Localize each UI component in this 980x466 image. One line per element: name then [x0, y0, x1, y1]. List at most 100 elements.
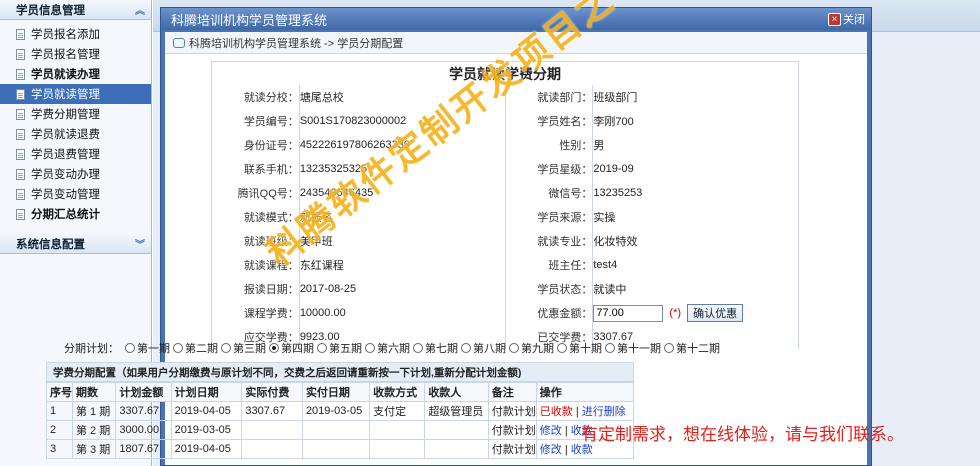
sidebar-footer-label: 系统信息配置	[16, 238, 85, 251]
period-label: 第四期	[281, 343, 314, 355]
period-label: 第十二期	[676, 343, 720, 355]
radio-icon[interactable]	[269, 343, 279, 353]
info-row: 联系手机： 13235325325 学员星级： 2019-09	[211, 157, 799, 181]
document-icon	[16, 28, 25, 40]
radio-icon[interactable]	[365, 343, 375, 353]
period-radio[interactable]: 第八期	[461, 340, 506, 356]
sidebar-item[interactable]: 分期汇总统计	[0, 204, 151, 224]
info-value: 李刚700	[592, 109, 799, 133]
schedule-header-cell: 备注	[487, 382, 537, 402]
info-label: 就读分校：	[211, 85, 300, 109]
fee-value: 10000.00	[298, 301, 506, 325]
schedule-cell-note: 付款计划	[487, 439, 537, 459]
period-radio[interactable]: 第十一期	[605, 340, 661, 356]
sidebar-item[interactable]: 学员就读退费	[0, 124, 151, 144]
schedule-header-cell: 收款方式	[369, 382, 426, 402]
schedule-cell-amount: 1807.67	[115, 439, 172, 459]
chevron-down-icon[interactable]: ︾	[135, 236, 145, 251]
schedule-cell-no: 3	[46, 439, 73, 459]
sidebar-item[interactable]: 学员退费管理	[0, 144, 151, 164]
radio-icon[interactable]	[173, 343, 183, 353]
sidebar-item[interactable]: 学员变动管理	[0, 184, 151, 204]
period-radio[interactable]: 第十期	[557, 340, 602, 356]
period-label: 第六期	[377, 343, 410, 355]
period-radio[interactable]: 第六期	[365, 340, 410, 356]
period-label: 第九期	[521, 343, 554, 355]
close-icon[interactable]: ×	[828, 12, 841, 26]
close-button[interactable]: × 关闭	[828, 11, 865, 27]
breadcrumb-text: 科腾培训机构学员管理系统 -> 学员分期配置	[189, 37, 404, 50]
radio-icon[interactable]	[317, 343, 327, 353]
discount-input[interactable]	[593, 304, 664, 322]
info-label: 学员星级：	[504, 157, 594, 181]
sidebar-header-student[interactable]: 学员信息管理 ︽	[0, 0, 151, 20]
sidebar-item[interactable]: 学员就读办理	[0, 64, 151, 84]
schedule-cell-no: 2	[46, 420, 73, 440]
radio-icon[interactable]	[509, 343, 519, 353]
sidebar-item[interactable]: 学员变动办理	[0, 164, 151, 184]
schedule-cell-actual_date: 2019-03-05	[301, 401, 371, 421]
schedule-header-cell: 期数	[71, 382, 117, 402]
link-icon	[173, 37, 185, 48]
action-separator: |	[561, 444, 571, 456]
radio-icon[interactable]	[605, 343, 615, 353]
dialog-title: 科腾培训机构学员管理系统	[171, 12, 328, 28]
document-icon	[16, 108, 25, 120]
schedule-cell-amount: 3307.67	[115, 401, 172, 421]
radio-icon[interactable]	[413, 343, 423, 353]
action-link[interactable]: 进行删除	[582, 406, 626, 418]
document-icon	[16, 208, 25, 220]
periods-label: 分期计划：	[64, 343, 119, 355]
period-label: 第十一期	[617, 343, 661, 355]
action-link[interactable]: 修改	[540, 425, 562, 437]
sidebar-list: 学员报名添加学员报名管理学员就读办理 学员就读管理学费分期管理学员就读退费 学员退费…	[0, 20, 151, 234]
period-radio[interactable]: 第三期	[221, 340, 266, 356]
period-radio[interactable]: 第九期	[509, 340, 554, 356]
info-label: 身份证号：	[211, 133, 300, 157]
sidebar-item[interactable]: 学员就读管理	[0, 84, 151, 104]
action-link[interactable]: 收款	[571, 444, 593, 456]
period-radio[interactable]: 第一期	[125, 340, 170, 356]
schedule-header-cell: 操作	[535, 382, 635, 402]
confirm-discount-button[interactable]: 确认优惠	[687, 304, 744, 322]
radio-icon[interactable]	[125, 343, 135, 353]
discount-label: 优惠金额：	[504, 301, 594, 325]
action-link[interactable]: 修改	[540, 444, 562, 456]
period-label: 第一期	[137, 343, 170, 355]
action-separator: |	[561, 425, 571, 437]
period-label: 第三期	[233, 343, 266, 355]
sidebar-item[interactable]: 学员报名管理	[0, 44, 151, 64]
document-icon	[16, 48, 25, 60]
chevron-up-icon[interactable]: ︽	[135, 2, 145, 17]
sidebar-item[interactable]: 学费分期管理	[0, 104, 151, 124]
period-radio[interactable]: 第二期	[173, 340, 218, 356]
schedule-cell-no: 1	[46, 401, 73, 421]
action-link[interactable]: 已收款	[540, 406, 573, 418]
period-radio[interactable]: 第四期	[269, 340, 314, 356]
period-radio[interactable]: 第七期	[413, 340, 458, 356]
info-row: 身份证号： 452226197806263339 性别：男	[211, 133, 799, 157]
schedule-actions: 已收款 | 进行删除	[535, 401, 635, 421]
radio-icon[interactable]	[664, 343, 674, 353]
schedule-cell-period: 第 3 期	[71, 439, 117, 459]
sidebar-item[interactable]: 学员报名添加	[0, 24, 151, 44]
schedule-cell-actual_date	[301, 439, 371, 459]
schedule-cell-payee	[424, 439, 489, 459]
radio-icon[interactable]	[557, 343, 567, 353]
schedule-header-cell: 实付日期	[301, 382, 371, 402]
sidebar-item-label: 学费分期管理	[31, 109, 100, 121]
sidebar-header-system[interactable]: 系统信息配置 ︾	[0, 234, 151, 254]
period-radio[interactable]: 第十二期	[664, 340, 720, 356]
table-row: 3第 3 期 1807.67 2019-04-05 付款计划 修改 | 收款	[46, 439, 635, 459]
info-value: 实操	[592, 205, 799, 229]
document-icon	[16, 68, 25, 80]
sidebar-item-label: 学员报名管理	[31, 49, 100, 61]
info-label: 学员编号：	[211, 109, 300, 133]
radio-icon[interactable]	[221, 343, 231, 353]
radio-icon[interactable]	[461, 343, 471, 353]
period-radio[interactable]: 第五期	[317, 340, 362, 356]
period-plan: 分期计划： 第一期 第二期 第三期 第四期 第五期 第六期 第七期 第八期 第九期 第十期 第十一期…	[64, 340, 723, 356]
schedule-header-cell: 收款人	[424, 382, 489, 402]
info-label: 报读日期：	[211, 277, 300, 301]
action-separator: |	[572, 406, 582, 418]
